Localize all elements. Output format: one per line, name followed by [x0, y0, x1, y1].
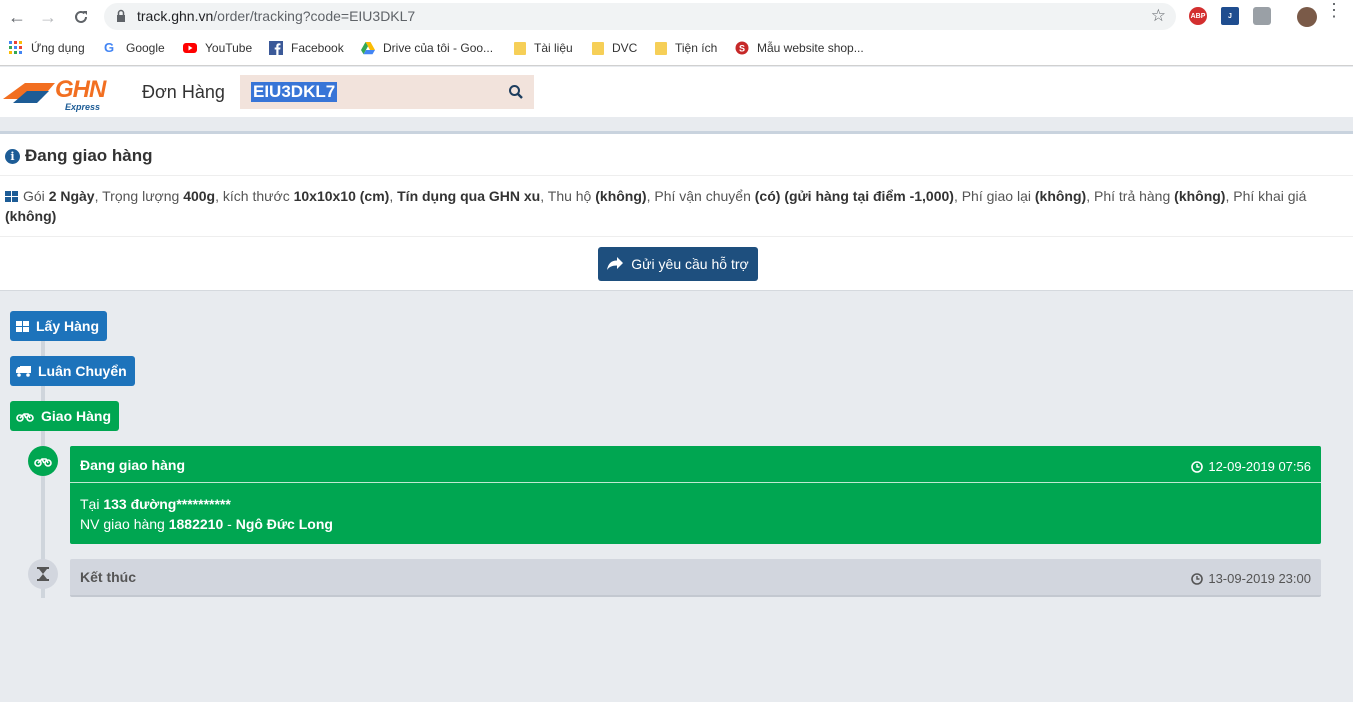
- tracking-code-input[interactable]: EIU3DKL7: [251, 82, 338, 102]
- hourglass-icon: [37, 567, 49, 581]
- apps-grid-icon: [9, 41, 22, 54]
- th-large-icon: [16, 320, 29, 332]
- bookmark-label: DVC: [612, 41, 638, 55]
- bookmark-google[interactable]: G Google: [104, 40, 165, 56]
- event-time: 13-09-2019 23:00: [1191, 571, 1311, 586]
- th-large-icon: [5, 191, 18, 202]
- divider: [0, 175, 1353, 176]
- folder-icon: [592, 41, 604, 55]
- bookmark-label: Drive của tôi - Goo...: [383, 41, 494, 55]
- event-title: Kết thúc: [80, 569, 136, 585]
- bookmark-label: Facebook: [291, 41, 344, 55]
- timeline-dot-end: [28, 559, 58, 589]
- reload-icon[interactable]: [69, 5, 93, 29]
- bookmark-label: Ứng dụng: [31, 41, 85, 55]
- site-header: GHN Express Đơn Hàng EIU3DKL7: [0, 67, 1353, 117]
- bookmark-facebook[interactable]: Facebook: [269, 41, 344, 55]
- event-separator: [70, 482, 1321, 483]
- clock-icon: [1191, 572, 1204, 585]
- lock-icon: [117, 9, 125, 22]
- bookmark-label: Tiện ích: [675, 41, 718, 55]
- bookmark-youtube[interactable]: YouTube: [183, 41, 252, 55]
- info-icon: i: [5, 148, 20, 164]
- event-staff: NV giao hàng 1882210 - Ngô Đức Long: [80, 516, 333, 532]
- stage-luan-chuyen: Luân Chuyển: [10, 356, 135, 386]
- browser-toolbar: ← → track.ghn.vn/order/tracking?code=EIU…: [0, 0, 1353, 34]
- bookmark-label: Mẫu website shop...: [757, 41, 864, 55]
- bookmark-mau-website[interactable]: S Mẫu website shop...: [735, 41, 864, 55]
- logo-subtext: Express: [65, 102, 101, 112]
- support-button-label: Gửi yêu cầu hỗ trợ: [631, 256, 749, 272]
- ghn-logo[interactable]: GHN Express: [3, 73, 113, 113]
- motorcycle-icon: [16, 412, 34, 422]
- folder-icon: [655, 41, 667, 55]
- motorcycle-icon: [34, 457, 52, 467]
- bookmarks-bar: Ứng dụng G Google YouTube Facebook Drive…: [0, 34, 1353, 66]
- bookmark-star-icon[interactable]: ☆: [1151, 6, 1166, 26]
- order-details: Gói 2 Ngày, Trọng lượng 400g, kích thước…: [5, 188, 1307, 224]
- camera-icon[interactable]: [1253, 7, 1271, 25]
- header-gap: [0, 117, 1353, 132]
- extension-j-icon[interactable]: J: [1221, 7, 1239, 25]
- event-time: 12-09-2019 07:56: [1191, 459, 1311, 474]
- truck-logo-icon: [3, 83, 55, 103]
- youtube-icon: [183, 43, 197, 53]
- address-bar[interactable]: track.ghn.vn/order/tracking?code=EIU3DKL…: [104, 3, 1176, 30]
- adblock-icon[interactable]: ABP: [1189, 7, 1207, 25]
- truck-icon: [16, 366, 31, 377]
- bookmark-drive[interactable]: Drive của tôi - Goo...: [361, 41, 493, 55]
- stage-label: Lấy Hàng: [36, 318, 100, 334]
- bookmark-label: Google: [126, 41, 165, 55]
- share-icon: [607, 257, 624, 270]
- profile-avatar[interactable]: [1297, 7, 1317, 27]
- search-icon[interactable]: [508, 84, 524, 100]
- bookmark-folder-dvc[interactable]: DVC: [592, 41, 637, 55]
- stage-giao-hang: Giao Hàng: [10, 401, 120, 431]
- event-location: Tại 133 đường**********: [80, 496, 231, 512]
- divider: [0, 236, 1353, 237]
- browser-menu-icon[interactable]: ⋮: [1325, 1, 1343, 19]
- event-ket-thuc: Kết thúc 13-09-2019 23:00: [70, 559, 1321, 597]
- tracking-search-box[interactable]: EIU3DKL7: [240, 75, 534, 109]
- bookmark-folder-tien-ich[interactable]: Tiện ích: [655, 41, 717, 55]
- event-title: Đang giao hàng: [80, 457, 185, 473]
- status-heading: i Đang giao hàng: [5, 146, 153, 166]
- folder-icon: [514, 41, 526, 55]
- forward-icon[interactable]: →: [36, 5, 60, 29]
- clock-icon: [1191, 460, 1204, 473]
- url-text: track.ghn.vn/order/tracking?code=EIU3DKL…: [137, 8, 416, 24]
- logo-text: GHN: [55, 76, 106, 103]
- bookmark-apps[interactable]: Ứng dụng: [9, 41, 85, 55]
- bookmark-label: YouTube: [205, 41, 253, 55]
- drive-icon: [361, 42, 375, 55]
- status-heading-text: Đang giao hàng: [25, 146, 153, 165]
- page-title: Đơn Hàng: [142, 82, 225, 102]
- bookmark-folder-tai-lieu[interactable]: Tài liệu: [514, 41, 573, 55]
- google-icon: G: [104, 40, 115, 55]
- order-status-panel: i Đang giao hàng Gói 2 Ngày, Trọng lượng…: [0, 134, 1353, 291]
- timeline-dot-delivering: [28, 446, 58, 476]
- site-icon: S: [735, 41, 749, 55]
- support-request-button[interactable]: Gửi yêu cầu hỗ trợ: [598, 247, 758, 281]
- back-icon[interactable]: ←: [5, 5, 29, 29]
- svg-text:S: S: [739, 44, 745, 54]
- event-dang-giao-hang: Đang giao hàng 12-09-2019 07:56 Tại 133 …: [70, 446, 1321, 544]
- stage-lay-hang: Lấy Hàng: [10, 311, 108, 341]
- stage-label: Giao Hàng: [41, 408, 112, 424]
- facebook-icon: [269, 41, 283, 55]
- bookmark-label: Tài liệu: [534, 41, 573, 55]
- stage-label: Luân Chuyển: [38, 363, 127, 379]
